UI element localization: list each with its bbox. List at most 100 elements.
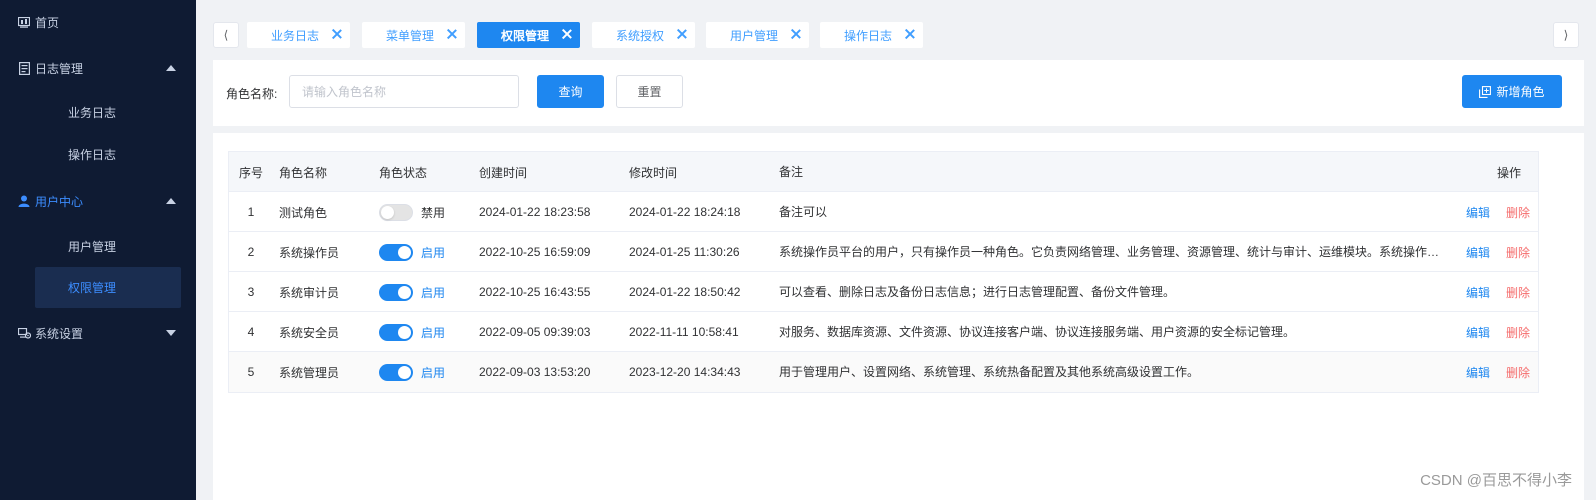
nav-home[interactable]: 首页: [0, 2, 196, 42]
header-remark: 备注: [779, 165, 804, 179]
close-icon[interactable]: [562, 29, 572, 39]
nav-log-management-label: 日志管理: [35, 61, 84, 76]
header-index: 序号: [238, 165, 263, 180]
header-modified-time: 修改时间: [629, 165, 678, 180]
close-icon[interactable]: [332, 29, 342, 39]
dashboard-icon: [17, 15, 31, 29]
status-toggle[interactable]: [379, 283, 413, 301]
row-role-name: 测试角色: [279, 205, 328, 220]
row-index: 2: [247, 245, 255, 259]
close-icon[interactable]: [447, 29, 457, 39]
sidebar-item-permission-management[interactable]: 权限管理: [35, 267, 181, 308]
row-created-time: 2022-10-25 16:59:09: [479, 245, 591, 259]
tab-label: 操作日志: [844, 28, 893, 43]
row-operations: 编辑 删除: [1454, 352, 1540, 392]
delete-link[interactable]: 删除: [1506, 364, 1530, 381]
close-icon[interactable]: [905, 29, 915, 39]
chevron-left-icon: ⟨: [223, 28, 229, 42]
nav-user-center-label: 用户中心: [35, 194, 84, 209]
sidebar-item-user-management[interactable]: 用户管理: [0, 226, 196, 266]
row-operations: 编辑 删除: [1454, 232, 1540, 272]
tab-label: 用户管理: [730, 28, 779, 43]
tabs-bar: ⟨ 业务日志 菜单管理 权限管理 系统授权 用户管理 操作日志 ⟩: [196, 10, 1584, 58]
table-row: 4 系统安全员 启用 2022-09-05 09:39:03 2022-11-1…: [229, 312, 1538, 352]
edit-link[interactable]: 编辑: [1466, 204, 1490, 221]
tab-user-management[interactable]: 用户管理: [706, 22, 809, 48]
sidebar: 首页 日志管理 业务日志 操作日志 用户中心 用户管理 权限管理 系统设置: [0, 0, 196, 500]
row-remark: 对服务、数据库资源、文件资源、协议连接客户端、协议连接服务端、用户资源的安全标记…: [779, 325, 1296, 339]
add-role-label: 新增角色: [1496, 85, 1545, 99]
row-modified-time: 2022-11-11 10:58:41: [629, 325, 739, 339]
header-role-name: 角色名称: [279, 165, 328, 180]
delete-link[interactable]: 删除: [1506, 244, 1530, 261]
tab-label: 菜单管理: [386, 28, 435, 43]
status-toggle[interactable]: [379, 323, 413, 341]
row-created-time: 2022-09-03 13:53:20: [479, 365, 591, 379]
nav-log-management[interactable]: 日志管理: [0, 48, 196, 88]
table-header-row: 序号 角色名称 角色状态 创建时间 修改时间 备注 操作: [229, 152, 1538, 192]
tab-system-authorization[interactable]: 系统授权: [592, 22, 695, 48]
status-toggle[interactable]: [379, 203, 413, 221]
edit-link[interactable]: 编辑: [1466, 244, 1490, 261]
row-role-status: 启用: [379, 272, 474, 312]
row-operations: 编辑 删除: [1454, 272, 1540, 312]
row-index: 3: [247, 285, 255, 299]
tab-label: 系统授权: [616, 28, 665, 43]
nav-system-settings[interactable]: 系统设置: [0, 313, 196, 353]
search-panel: 角色名称: 查询 重置 新增角色: [213, 60, 1584, 126]
table-panel: 序号 角色名称 角色状态 创建时间 修改时间 备注 操作 1 测试角色 禁用 2…: [213, 133, 1584, 500]
row-role-name: 系统安全员: [279, 325, 340, 340]
document-icon: [17, 61, 31, 75]
close-icon[interactable]: [677, 29, 687, 39]
tabs-next-button[interactable]: ⟩: [1553, 22, 1579, 48]
nav-user-center[interactable]: 用户中心: [0, 181, 196, 221]
header-created-time: 创建时间: [479, 165, 528, 180]
add-role-button[interactable]: 新增角色: [1462, 75, 1562, 108]
delete-link[interactable]: 删除: [1506, 284, 1530, 301]
tab-permission-management[interactable]: 权限管理: [477, 22, 580, 48]
user-icon: [17, 194, 31, 208]
reset-button[interactable]: 重置: [616, 75, 683, 108]
row-role-name: 系统审计员: [279, 285, 340, 300]
role-name-input[interactable]: [289, 75, 519, 108]
status-toggle[interactable]: [379, 363, 413, 381]
edit-link[interactable]: 编辑: [1466, 284, 1490, 301]
row-index: 4: [247, 325, 255, 339]
delete-link[interactable]: 删除: [1506, 324, 1530, 341]
delete-link[interactable]: 删除: [1506, 204, 1530, 221]
tab-label: 业务日志: [271, 28, 320, 43]
tab-business-log[interactable]: 业务日志: [247, 22, 350, 48]
row-role-name: 系统管理员: [279, 365, 340, 380]
row-created-time: 2022-09-05 09:39:03: [479, 325, 591, 339]
copy-add-icon: [1479, 85, 1492, 98]
status-text: 启用: [421, 245, 446, 260]
row-role-name: 系统操作员: [279, 245, 340, 260]
row-created-time: 2024-01-22 18:23:58: [479, 205, 591, 219]
sidebar-item-operation-log[interactable]: 操作日志: [0, 134, 196, 174]
row-modified-time: 2023-12-20 14:34:43: [629, 365, 741, 379]
table-row: 1 测试角色 禁用 2024-01-22 18:23:58 2024-01-22…: [229, 192, 1538, 232]
edit-link[interactable]: 编辑: [1466, 324, 1490, 341]
chevron-down-icon: [166, 330, 176, 336]
table-row: 3 系统审计员 启用 2022-10-25 16:43:55 2024-01-2…: [229, 272, 1538, 312]
status-toggle[interactable]: [379, 243, 413, 261]
tabs-prev-button[interactable]: ⟨: [213, 22, 239, 48]
tab-label: 权限管理: [501, 28, 550, 43]
row-index: 5: [247, 365, 255, 379]
nav-home-label: 首页: [35, 15, 60, 30]
sidebar-item-business-log[interactable]: 业务日志: [0, 92, 196, 132]
row-remark: 系统操作员平台的用户，只有操作员一种角色。它负责网络管理、业务管理、资源管理、统…: [779, 245, 1449, 259]
row-modified-time: 2024-01-22 18:50:42: [629, 285, 741, 299]
row-role-status: 启用: [379, 232, 474, 272]
close-icon[interactable]: [791, 29, 801, 39]
settings-icon: [17, 326, 31, 340]
query-button[interactable]: 查询: [537, 75, 604, 108]
row-modified-time: 2024-01-25 11:30:26: [629, 245, 740, 259]
table-row: 5 系统管理员 启用 2022-09-03 13:53:20 2023-12-2…: [229, 352, 1538, 392]
row-index: 1: [247, 205, 255, 219]
tab-operation-log[interactable]: 操作日志: [820, 22, 923, 48]
tab-menu-management[interactable]: 菜单管理: [362, 22, 465, 48]
row-remark: 用于管理用户、设置网络、系统管理、系统热备配置及其他系统高级设置工作。: [779, 365, 1200, 379]
row-remark: 备注可以: [779, 205, 828, 219]
edit-link[interactable]: 编辑: [1466, 364, 1490, 381]
